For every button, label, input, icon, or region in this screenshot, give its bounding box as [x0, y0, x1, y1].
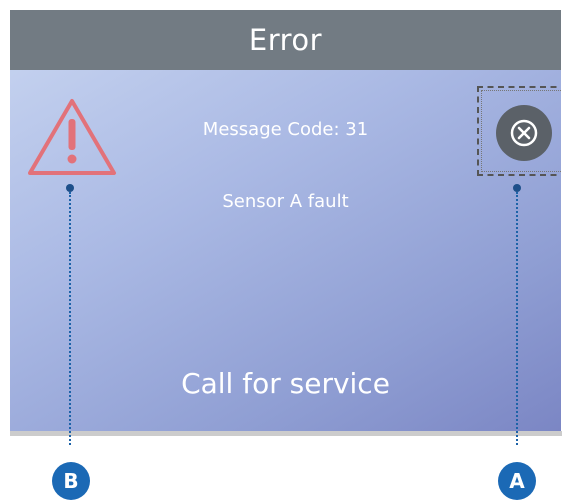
callout-a-line: [516, 192, 518, 445]
title-bar: Error: [10, 10, 561, 70]
callout-b-badge: B: [52, 462, 90, 500]
fault-description: Sensor A fault: [222, 191, 349, 212]
callout-a-badge: A: [498, 462, 536, 500]
callout-b-line: [69, 192, 71, 445]
close-circle-x-icon: [510, 119, 538, 147]
service-instruction: Call for service: [181, 367, 390, 400]
close-button-highlight: [477, 86, 561, 176]
error-screen: Error Message Code: 31 Sensor A fault Ca…: [10, 10, 561, 432]
close-button[interactable]: [496, 105, 552, 161]
callout-b-dot: [66, 184, 74, 192]
screen-bottom-edge: [10, 431, 562, 436]
callout-a-dot: [513, 184, 521, 192]
page-title: Error: [248, 23, 323, 57]
